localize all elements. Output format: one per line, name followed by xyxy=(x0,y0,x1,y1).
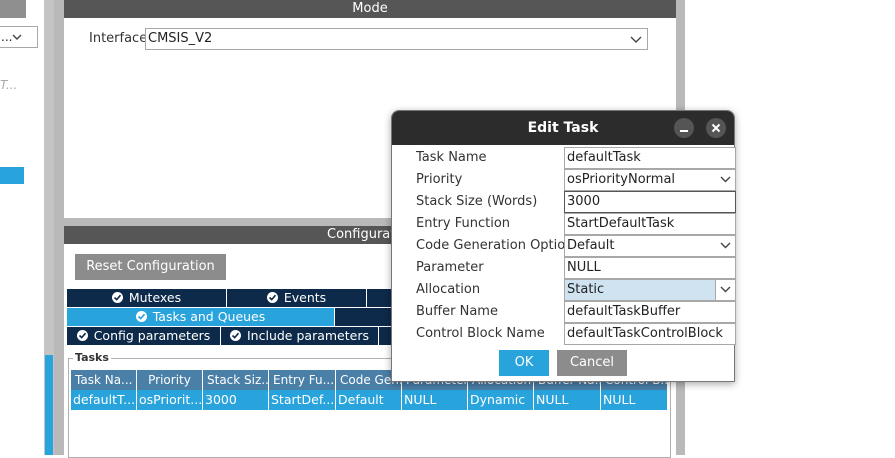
allocation-label: Allocation xyxy=(416,282,481,297)
table-cell: Default xyxy=(336,390,402,410)
table-cell: 3000 xyxy=(203,390,269,410)
table-cell: Dynamic xyxy=(468,390,534,410)
check-circle-icon xyxy=(76,330,88,341)
edit-task-dialog: Edit Task Task Name defaultTask Priority… xyxy=(391,110,736,382)
tab-events[interactable]: Events xyxy=(227,289,367,307)
buffer-name-input[interactable]: defaultTaskBuffer xyxy=(564,301,736,323)
entry-function-input[interactable]: StartDefaultTask xyxy=(564,213,736,235)
close-button[interactable] xyxy=(706,118,726,138)
code-generation-option-label: Code Generation Option xyxy=(416,238,574,253)
priority-select-value: osPriorityNormal xyxy=(567,172,676,187)
left-dropdown-value: ... xyxy=(1,30,13,44)
interface-select[interactable]: CMSIS_V2 xyxy=(145,28,648,50)
table-cell: osPriorit... xyxy=(137,390,203,410)
table-row[interactable]: defaultT... osPriorit... 3000 StartDef..… xyxy=(71,390,668,410)
interface-select-value: CMSIS_V2 xyxy=(148,31,213,46)
task-name-input[interactable]: defaultTask xyxy=(564,147,736,169)
task-name-label: Task Name xyxy=(416,150,487,165)
chevron-down-icon xyxy=(720,286,731,293)
control-block-name-input[interactable]: defaultTaskControlBlock xyxy=(564,323,736,345)
chevron-down-icon xyxy=(12,34,22,40)
left-dropdown[interactable]: ... xyxy=(0,26,38,48)
dialog-title-bar[interactable]: Edit Task xyxy=(392,111,734,145)
tab-row2-more[interactable] xyxy=(335,308,397,326)
allocation-dropdown-button[interactable] xyxy=(715,280,735,300)
allocation-select[interactable]: Static xyxy=(564,279,736,301)
table-cell: StartDef... xyxy=(269,390,336,410)
tab-events-label: Events xyxy=(283,290,327,305)
tasks-group-label: Tasks xyxy=(73,351,111,365)
stack-size-input[interactable]: 3000 xyxy=(564,191,736,213)
check-circle-icon xyxy=(111,292,123,303)
tab-config-parameters-label: Config parameters xyxy=(93,328,211,343)
tab-mutexes-label: Mutexes xyxy=(128,290,182,305)
tab-include-parameters-label: Include parameters xyxy=(247,328,369,343)
check-circle-icon xyxy=(230,330,241,341)
col-header-priority[interactable]: Priority xyxy=(137,370,203,390)
mode-panel-header: Mode xyxy=(64,0,676,18)
parameter-input[interactable]: NULL xyxy=(564,257,736,279)
table-cell: NULL xyxy=(601,390,668,410)
col-header-entry-function[interactable]: Entry Fu... xyxy=(269,370,336,390)
left-scrollbar-thumb[interactable] xyxy=(45,355,53,455)
minimize-button[interactable] xyxy=(674,118,694,138)
table-cell: NULL xyxy=(402,390,468,410)
left-panel: ... T... xyxy=(0,0,54,455)
reset-configuration-button[interactable]: Reset Configuration xyxy=(75,254,226,280)
tab-config-parameters[interactable]: Config parameters xyxy=(67,327,221,345)
tab-tasks-and-queues-label: Tasks and Queues xyxy=(152,309,266,324)
chevron-down-icon xyxy=(630,36,642,43)
control-block-name-label: Control Block Name xyxy=(416,326,545,341)
tab-mutexes[interactable]: Mutexes xyxy=(67,289,227,307)
mode-panel-title: Mode xyxy=(352,1,388,16)
table-cell: NULL xyxy=(534,390,601,410)
check-circle-icon xyxy=(135,311,147,322)
buffer-name-label: Buffer Name xyxy=(416,304,498,319)
col-header-task-name[interactable]: Task Na... xyxy=(71,370,137,390)
table-cell: defaultT... xyxy=(71,390,137,410)
tab-include-parameters[interactable]: Include parameters xyxy=(221,327,379,345)
ok-button[interactable]: OK xyxy=(499,350,549,376)
code-generation-option-value: Default xyxy=(567,238,615,253)
chevron-down-icon xyxy=(720,242,731,249)
close-icon xyxy=(711,123,721,133)
entry-function-label: Entry Function xyxy=(416,216,511,231)
parameter-label: Parameter xyxy=(416,260,484,275)
interface-label: Interface xyxy=(89,31,148,46)
left-truncated-text: T... xyxy=(0,78,18,92)
stack-size-label: Stack Size (Words) xyxy=(416,194,538,209)
col-header-stack-size[interactable]: Stack Siz... xyxy=(203,370,269,390)
left-selected-item[interactable] xyxy=(0,167,24,184)
left-panel-top-bar xyxy=(0,0,26,18)
configuration-panel-title: Configurati xyxy=(327,227,399,242)
chevron-down-icon xyxy=(720,176,731,183)
priority-label: Priority xyxy=(416,172,463,187)
check-circle-icon xyxy=(266,292,278,303)
tab-tasks-and-queues[interactable]: Tasks and Queues xyxy=(67,308,335,326)
minimize-icon xyxy=(680,130,688,132)
cancel-button[interactable]: Cancel xyxy=(557,350,627,376)
priority-select[interactable]: osPriorityNormal xyxy=(564,169,736,191)
allocation-select-value: Static xyxy=(567,282,605,297)
code-generation-option-select[interactable]: Default xyxy=(564,235,736,257)
